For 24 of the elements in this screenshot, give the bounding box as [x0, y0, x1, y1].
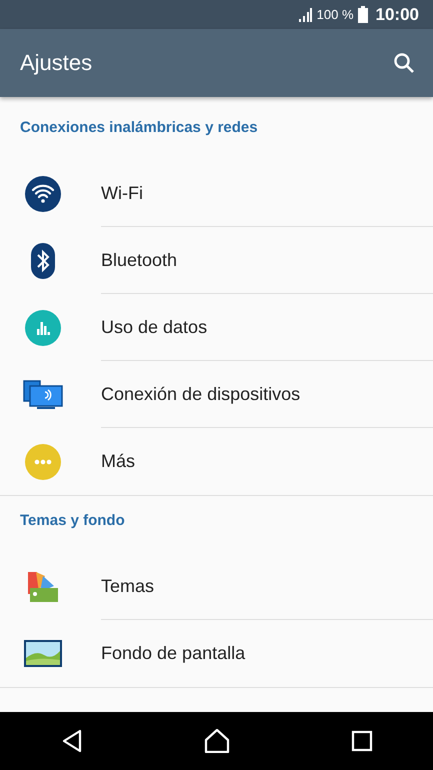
signal-icon [296, 8, 313, 22]
battery-icon [358, 6, 368, 23]
more-icon [24, 444, 60, 480]
setting-item[interactable]: Fondo de pantalla [101, 640, 246, 667]
setting-item[interactable]: Conexión de dispositivos [101, 380, 300, 408]
screens-icon [22, 380, 62, 410]
landscape-icon [24, 640, 62, 667]
back-icon[interactable] [60, 729, 82, 753]
section-header: Conexiones inalámbricas y redes [20, 118, 258, 138]
setting-item[interactable]: Uso de datos [101, 314, 208, 340]
recents-icon[interactable] [350, 730, 372, 752]
home-icon[interactable] [204, 729, 230, 753]
wifi-icon [24, 176, 60, 212]
setting-item[interactable]: Wi-Fi [101, 180, 143, 206]
section-header: Temas y fondo [20, 511, 125, 531]
setting-item[interactable]: Bluetooth [101, 246, 178, 274]
setting-item[interactable]: Temas [101, 572, 154, 600]
bar-chart-icon [24, 310, 60, 346]
clock-time: 10:00 [376, 4, 419, 26]
app-title: Ajustes [20, 50, 92, 76]
setting-item[interactable]: Más [101, 448, 136, 475]
bluetooth-icon [30, 242, 54, 278]
battery-percent: 100 % [316, 6, 354, 24]
palette-icon [26, 570, 60, 602]
